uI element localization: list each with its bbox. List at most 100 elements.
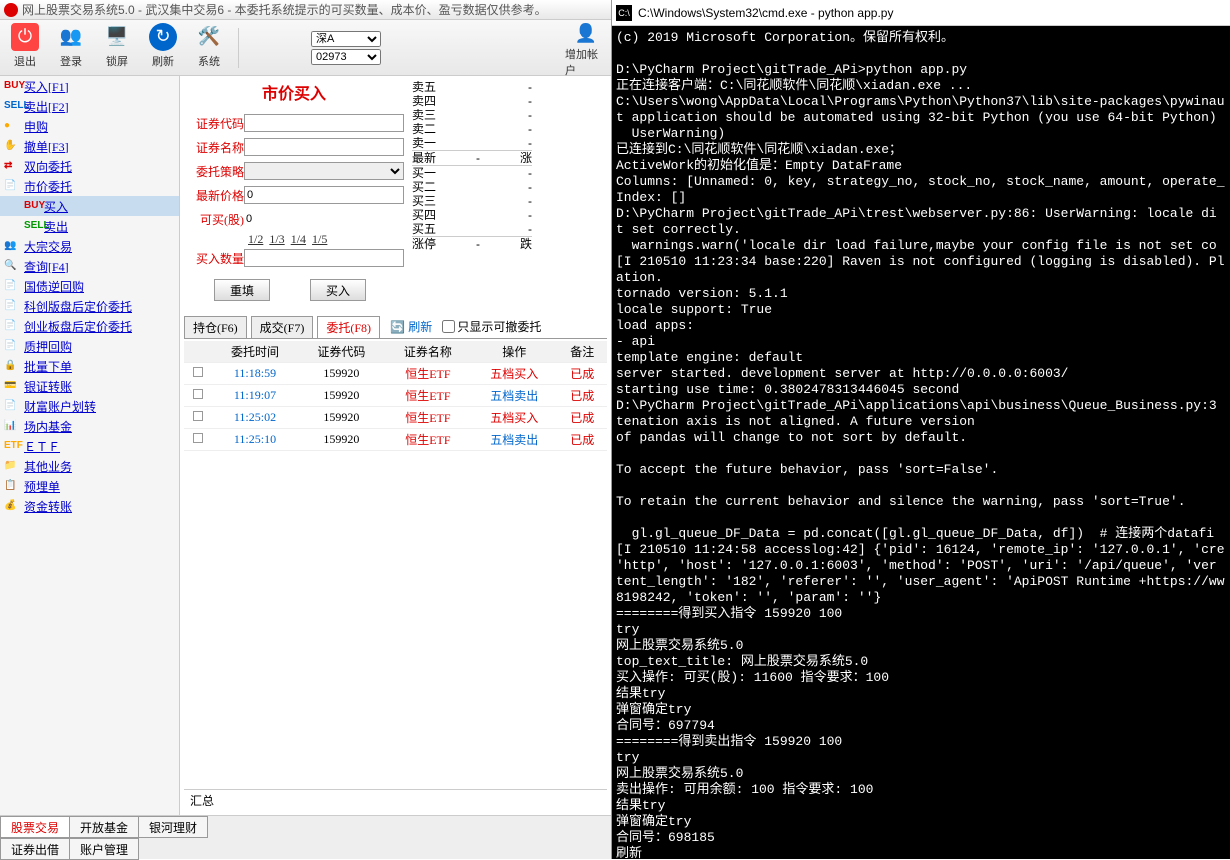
table-row[interactable]: 11:25:10159920恒生ETF五档卖出已成 [184,429,607,451]
frac-quarter[interactable]: 1/4 [291,232,306,247]
code-input[interactable] [244,114,404,132]
sidebar-item[interactable]: BUY 买入[F1] [0,76,179,96]
sidebar-icon: ✋ [4,140,20,152]
bottom-tab[interactable]: 开放基金 [69,816,139,838]
table-row[interactable]: 11:18:59159920恒生ETF五档买入已成 [184,363,607,385]
sidebar-icon: 📄 [4,320,20,332]
sidebar-label: ＥＴＦ [24,438,60,455]
sidebar-item[interactable]: 📊场内基金 [0,416,179,436]
row-checkbox[interactable] [193,411,203,421]
col-code: 证券代码 [298,341,384,363]
sidebar-label: 科创版盘后定价委托 [24,298,132,315]
table-row[interactable]: 11:19:07159920恒生ETF五档卖出已成 [184,385,607,407]
sidebar-label: 双向委托 [24,158,72,175]
lock-button[interactable]: 🖥️锁屏 [96,23,138,73]
avail-value [244,210,404,228]
sidebar-icon: 📄 [4,340,20,352]
only-cancel-checkbox[interactable]: 只显示可撤委托 [442,318,541,335]
frac-fifth[interactable]: 1/5 [312,232,327,247]
qty-input[interactable] [244,249,404,267]
sidebar-item[interactable]: SELL卖出 [0,216,179,236]
sidebar-icon: ⇄ [4,160,20,172]
sidebar-icon: SELL [4,100,20,112]
sidebar-item[interactable]: 📋 预埋单 [0,476,179,496]
row-checkbox[interactable] [193,367,203,377]
bottom-tab[interactable]: 账户管理 [69,838,139,860]
frac-third[interactable]: 1/3 [269,232,284,247]
sidebar-item[interactable]: 📁其他业务 [0,456,179,476]
sidebar-item[interactable]: ✋撤单[F3] [0,136,179,156]
name-input[interactable] [244,138,404,156]
qty-label: 买入数量 [184,250,244,267]
cmd-title-text: C:\Windows\System32\cmd.exe - python app… [638,6,893,20]
table-row[interactable]: 11:25:02159920恒生ETF五档买入已成 [184,407,607,429]
frac-half[interactable]: 1/2 [248,232,263,247]
cmd-icon: C:\ [616,5,632,21]
cmd-window: C:\ C:\Windows\System32\cmd.exe - python… [612,0,1230,859]
sidebar-icon: BUY [24,200,40,212]
total-row: 汇总 [184,789,607,811]
sidebar-icon: 📋 [4,480,20,492]
market-select[interactable]: 深A [311,31,381,47]
sidebar-icon: ● [4,120,20,132]
add-account-button[interactable]: 👤增加帐户 [565,23,607,73]
sidebar-item[interactable]: 💳银证转账 [0,376,179,396]
exit-button[interactable]: ⏻退出 [4,23,46,73]
sidebar-label: 买入 [44,198,68,215]
row-checkbox[interactable] [193,389,203,399]
sidebar-icon: BUY [4,80,20,92]
sidebar-item[interactable]: BUY 买入 [0,196,179,216]
sidebar-label: 其他业务 [24,458,72,475]
bottom-tab[interactable]: 股票交易 [0,816,70,838]
bottom-tab[interactable]: 银河理财 [138,816,208,838]
tab-refresh-button[interactable]: 🔄 刷新 [390,318,432,335]
sidebar-icon: 🔍 [4,260,20,272]
account-select[interactable]: 02973 [311,49,381,65]
sidebar-label: 查询[F4] [24,258,69,275]
sidebar-item[interactable]: 📄 质押回购 [0,336,179,356]
order-table: 委托时间 证券代码 证券名称 操作 备注 11:18:59159920恒生ETF… [184,341,607,451]
sidebar-item[interactable]: 📄市价委托 [0,176,179,196]
tab-order[interactable]: 委托(F8) [317,316,380,338]
sidebar-item[interactable]: 📄国债逆回购 [0,276,179,296]
sidebar-icon: 🔒 [4,360,20,372]
system-button[interactable]: 🛠️系统 [188,23,230,73]
app-titlebar: 网上股票交易系统5.0 - 武汉集中交易6 - 本委托系统提示的可买数量、成本价… [0,0,611,20]
sidebar-item[interactable]: 🔒 批量下单 [0,356,179,376]
sidebar-label: 批量下单 [24,358,72,375]
sidebar-item[interactable]: SELL卖出[F2] [0,96,179,116]
sidebar-item[interactable]: 📄 科创版盘后定价委托 [0,296,179,316]
sidebar-item[interactable]: 👥大宗交易 [0,236,179,256]
sidebar-item[interactable]: ●申购 [0,116,179,136]
sidebar-icon: ETF [4,440,20,452]
bottom-tab[interactable]: 证券出借 [0,838,70,860]
sidebar-label: 预埋单 [24,478,60,495]
sidebar-item[interactable]: 📄财富账户划转 [0,396,179,416]
sidebar-item[interactable]: ETF ＥＴＦ [0,436,179,456]
login-button[interactable]: 👥登录 [50,23,92,73]
reset-button[interactable]: 重填 [214,279,270,301]
refresh-icon: ↻ [149,23,177,51]
sidebar-item[interactable]: ⇄ 双向委托 [0,156,179,176]
sidebar-icon: 📄 [4,300,20,312]
users-icon: 👥 [57,23,85,51]
price-input[interactable] [244,186,404,204]
sidebar-label: 国债逆回购 [24,278,84,295]
sidebar-item[interactable]: 🔍 查询[F4] [0,256,179,276]
buy-button[interactable]: 买入 [310,279,366,301]
sidebar-icon: SELL [24,220,40,232]
sidebar-label: 质押回购 [24,338,72,355]
sidebar-item[interactable]: 💰资金转账 [0,496,179,516]
avail-label: 可买(股) [184,211,244,228]
sidebar-icon: 📊 [4,420,20,432]
tab-position[interactable]: 持仓(F6) [184,316,247,338]
sidebar-item[interactable]: 📄创业板盘后定价委托 [0,316,179,336]
col-time: 委托时间 [212,341,298,363]
sidebar-label: 买入[F1] [24,78,69,95]
refresh-button[interactable]: ↻刷新 [142,23,184,73]
tab-deal[interactable]: 成交(F7) [251,316,314,338]
row-checkbox[interactable] [193,433,203,443]
lock-icon: 🖥️ [103,23,131,51]
strategy-select[interactable] [244,162,404,180]
app-logo-icon [4,3,18,17]
